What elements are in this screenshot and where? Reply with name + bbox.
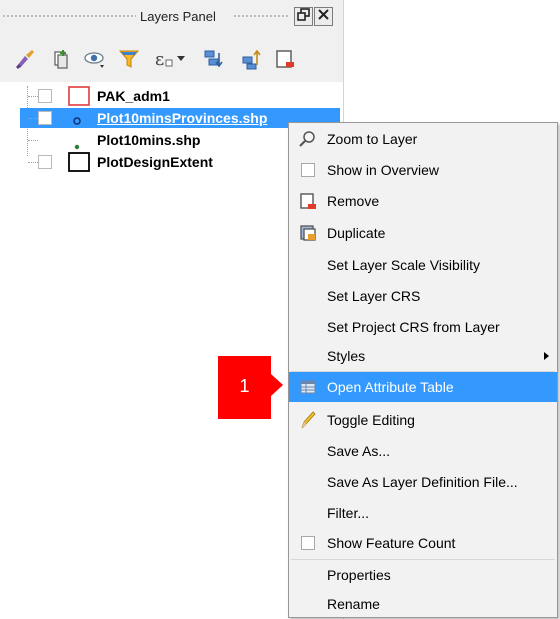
tree-branch [28,162,38,163]
layer-name: PAK_adm1 [97,88,170,104]
filter-expression-icon[interactable]: ε [152,46,188,72]
open-layer-styling-icon[interactable] [12,46,38,72]
close-panel-button[interactable] [314,7,333,26]
close-icon [318,9,329,20]
menu-item-label: Rename [327,596,380,612]
menu-item-label: Set Layer CRS [327,288,421,304]
menu-item-label: Remove [327,193,380,209]
step-badge: 1 [218,356,288,419]
menu-item-set-project-crs[interactable]: Set Project CRS from Layer [289,312,557,342]
menu-item-duplicate[interactable]: Duplicate [289,218,557,248]
menu-item-save-as[interactable]: Save As... [289,436,557,466]
pencil-icon [299,411,317,429]
tree-branch [28,118,38,119]
menu-item-label: Set Layer Scale Visibility [327,257,481,273]
panel-titlebar[interactable]: Layers Panel [0,0,343,34]
layer-visibility-checkbox[interactable] [38,111,52,125]
menu-item-label: Show in Overview [327,162,440,178]
polygon-symbol-icon [68,86,90,109]
title-grip-right [233,14,288,19]
checkbox-icon[interactable] [299,161,317,179]
remove-layer-icon [299,192,317,210]
filter-legend-icon[interactable] [116,46,142,72]
attribute-table-icon [299,378,317,396]
float-panel-button[interactable] [294,7,313,26]
manage-visibility-icon[interactable] [82,46,108,72]
menu-item-set-layer-scale-visibility[interactable]: Set Layer Scale Visibility [289,250,557,280]
add-group-icon[interactable] [48,46,74,72]
layer-name: Plot10minsProvinces.shp [97,110,268,126]
layers-toolbar: ε [0,34,343,82]
menu-item-toggle-editing[interactable]: Toggle Editing [289,405,557,435]
duplicate-layer-icon [299,224,317,242]
layer-name: Plot10mins.shp [97,132,201,148]
step-number: 1 [239,376,250,396]
menu-item-label: Properties [327,567,391,583]
point-dot-icon [74,137,80,153]
menu-item-filter[interactable]: Filter... [289,498,557,528]
menu-item-set-layer-crs[interactable]: Set Layer CRS [289,281,557,311]
expand-all-icon[interactable] [200,46,226,72]
checkbox-icon[interactable] [299,534,317,552]
step-badge-pointer [271,374,283,396]
layer-visibility-checkbox[interactable] [38,89,52,103]
zoom-icon [299,130,317,148]
menu-item-label: Toggle Editing [327,412,415,428]
layer-row[interactable]: PAK_adm1 [0,86,343,107]
menu-item-label: Show Feature Count [327,535,456,551]
svg-text:ε: ε [155,49,164,70]
menu-item-label: Save As... [327,443,391,459]
point-symbol-icon [72,113,82,129]
layer-context-menu: Zoom to Layer Show in Overview Remove Du… [288,122,558,618]
float-icon [297,8,310,21]
remove-layer-icon[interactable] [272,46,298,72]
tree-branch [28,96,38,97]
tree-branch [28,140,38,141]
title-grip-left [2,14,136,19]
menu-item-open-attribute-table[interactable]: Open Attribute Table [289,372,557,402]
menu-item-properties[interactable]: Properties [289,560,557,590]
menu-item-show-in-overview[interactable]: Show in Overview [289,155,557,185]
menu-item-zoom-to-layer[interactable]: Zoom to Layer [289,124,557,154]
submenu-arrow-icon [544,352,549,360]
menu-item-label: Filter... [327,505,370,521]
menu-item-label: Duplicate [327,225,386,241]
menu-item-remove[interactable]: Remove [289,186,557,216]
menu-item-styles[interactable]: Styles [289,341,557,371]
collapse-all-icon[interactable] [238,46,264,72]
menu-item-label: Zoom to Layer [327,131,418,147]
layer-name: PlotDesignExtent [97,154,213,170]
menu-item-show-feature-count[interactable]: Show Feature Count [289,528,557,558]
menu-item-label: Styles [327,348,366,364]
menu-item-label: Set Project CRS from Layer [327,319,500,335]
panel-title: Layers Panel [140,9,216,24]
layer-visibility-checkbox[interactable] [38,155,52,169]
menu-item-label: Save As Layer Definition File... [327,474,518,490]
menu-item-label: Open Attribute Table [327,379,454,395]
menu-item-rename[interactable]: Rename [289,589,557,619]
polygon-symbol-icon [68,152,90,175]
menu-item-save-as-layer-definition[interactable]: Save As Layer Definition File... [289,467,557,497]
